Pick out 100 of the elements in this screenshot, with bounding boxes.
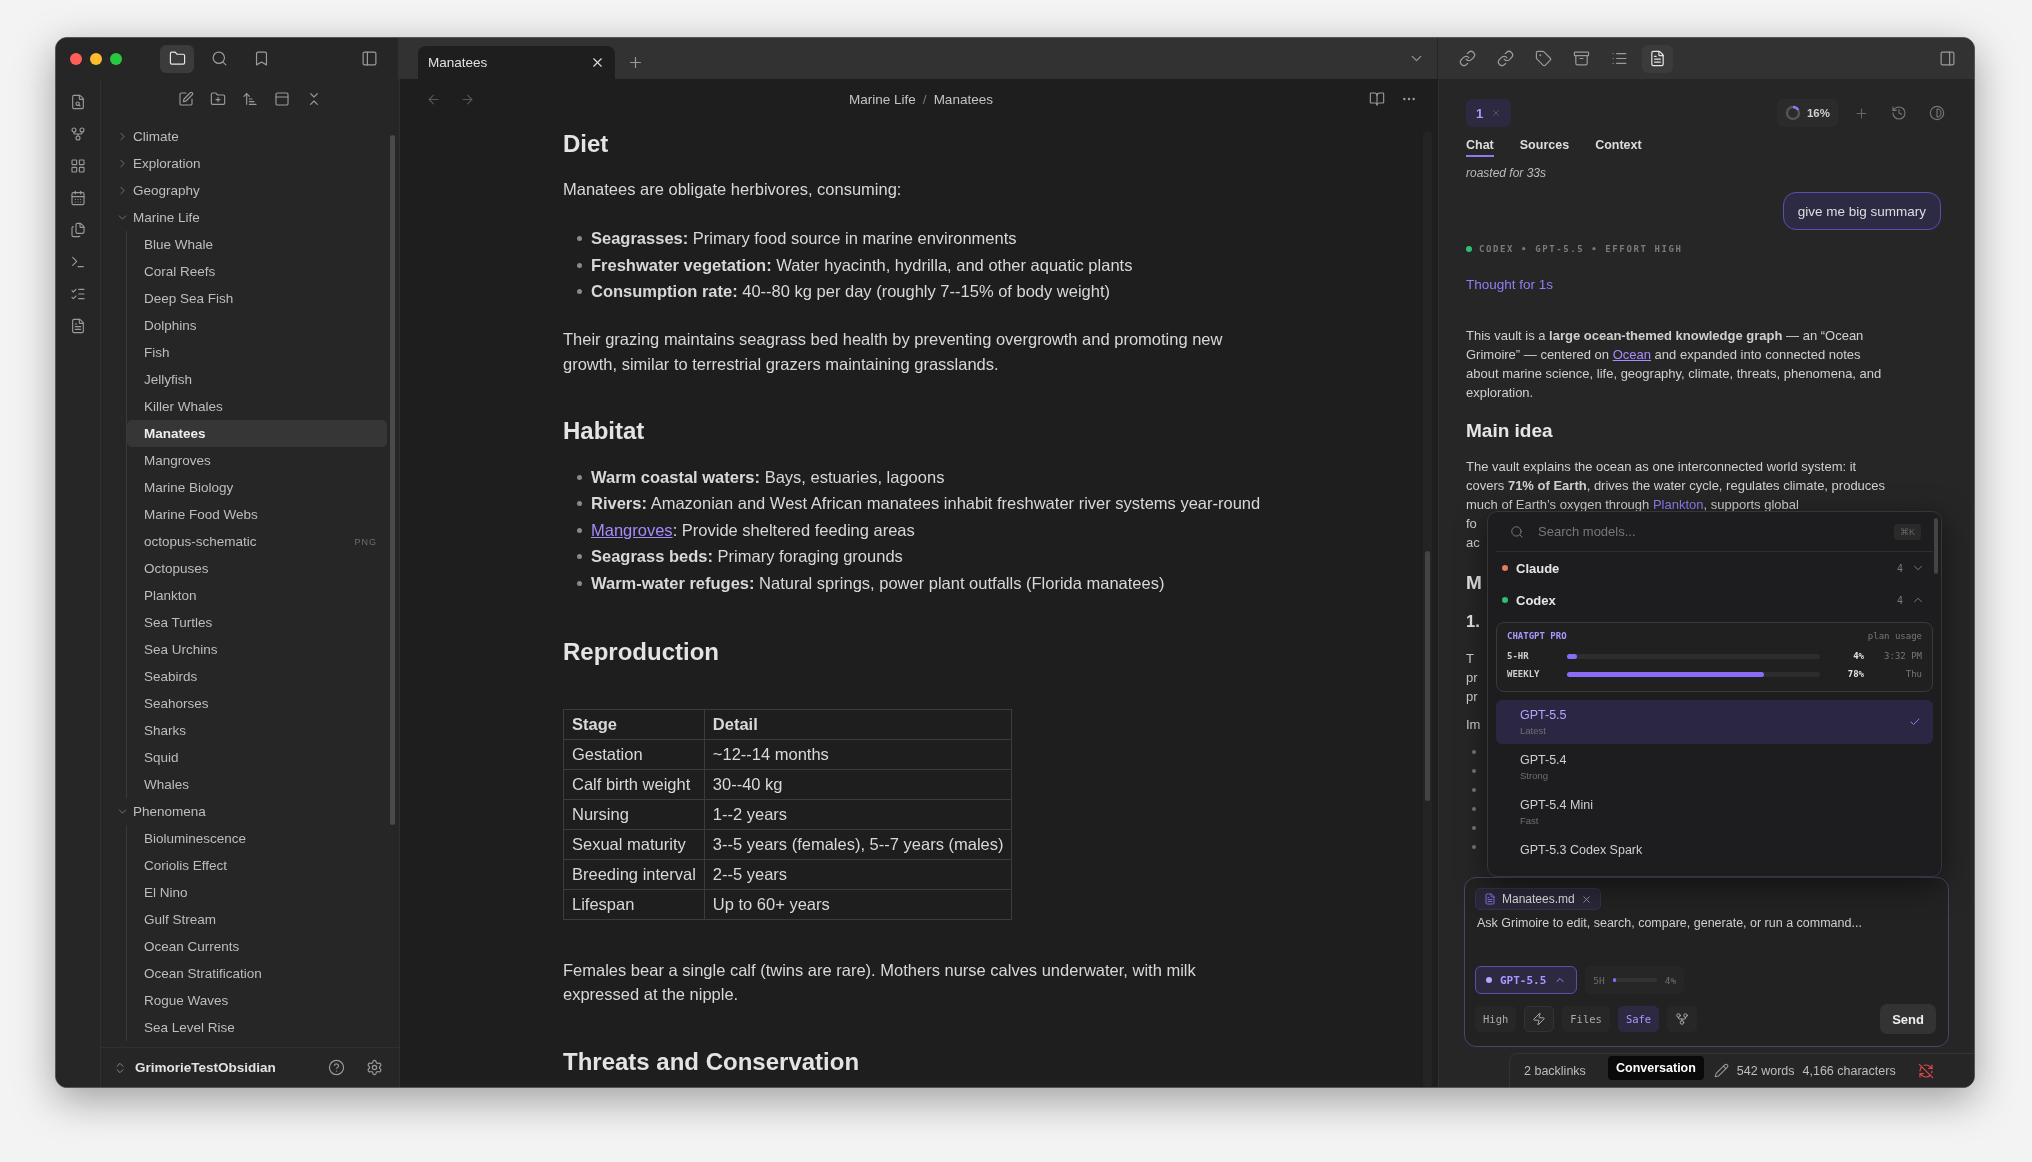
message-heading: M xyxy=(1466,572,1482,594)
file-item[interactable]: Coral Reefs xyxy=(127,258,387,285)
panel-tab[interactable]: Chat xyxy=(1466,135,1494,157)
folder-item[interactable]: Phenomena xyxy=(114,798,387,825)
meter-percent: 78% xyxy=(1846,669,1864,679)
file-item[interactable]: Coriolis Effect xyxy=(127,852,387,879)
meter-percent: 4% xyxy=(1664,974,1677,986)
file-item[interactable]: Jellyfish xyxy=(127,366,387,393)
meter-label: 5-HR xyxy=(1507,651,1530,661)
send-button[interactable]: Send xyxy=(1880,1004,1936,1034)
file-item[interactable]: Ocean Stratification xyxy=(127,960,387,987)
file-item[interactable]: Sea Level Rise xyxy=(127,1014,387,1041)
reset-time: Thu xyxy=(1904,669,1922,679)
file-item[interactable]: Sea Turtles xyxy=(127,609,387,636)
list-text: Seagrass beds: Primary foraging grounds xyxy=(591,547,903,567)
file-item[interactable]: Seahorses xyxy=(127,690,387,717)
section-heading: Reproduction xyxy=(563,636,720,667)
file-item[interactable]: octopus-schematic PNG xyxy=(127,528,387,555)
plan-name: CHATGPT PRO xyxy=(1507,631,1567,641)
table-cell: Lifespan xyxy=(563,889,705,919)
panel-tab[interactable]: Sources xyxy=(1519,135,1570,157)
word-count: 542 words xyxy=(1736,1063,1795,1078)
file-item[interactable]: Whales xyxy=(127,771,387,798)
option-toggle[interactable]: Safe xyxy=(1617,1006,1660,1032)
panel-tab[interactable]: Context xyxy=(1595,135,1642,157)
option-toggle[interactable]: High xyxy=(1475,1006,1517,1032)
file-item[interactable]: Seabirds xyxy=(127,663,387,690)
message-text: roasted for 33s xyxy=(1466,165,1547,181)
message-field[interactable]: Ask Grimoire to edit, search, compare, generate, or run a command... xyxy=(1475,916,1936,960)
note-link[interactable]: Mangroves xyxy=(591,520,673,539)
model-note: Fast xyxy=(1520,814,1540,828)
session-tab[interactable]: 1 xyxy=(1466,99,1512,127)
file-item[interactable]: Fish xyxy=(127,339,387,366)
provider-group[interactable]: Claude 4 xyxy=(1488,552,1941,584)
section-heading: Threats and Conservation xyxy=(563,1046,861,1077)
message-paragraph: This vault is a large ocean-themed knowledge graph — an “Ocean Grimoire” — centered on Ocean and expanded into connected notes about marine science, life, geography, climate, threats, phenomena, and exploration. xyxy=(1466,327,1883,402)
file-item[interactable]: Rogue Waves xyxy=(127,987,387,1014)
model-option[interactable]: GPT-5.5 Latest xyxy=(1496,700,1933,744)
folder-item[interactable]: Exploration xyxy=(114,150,387,177)
file-item[interactable]: Manatees xyxy=(127,420,387,447)
model-label: CODEX • GPT-5.5 • EFFORT HIGH xyxy=(1479,244,1683,254)
model-count: 4 xyxy=(1896,562,1903,574)
table-cell: Breeding interval xyxy=(563,859,705,889)
section-heading: Habitat xyxy=(563,416,646,446)
meter-label: 5H xyxy=(1593,974,1605,986)
reset-time: 3:32 PM xyxy=(1883,651,1922,661)
option-toggle[interactable]: Files xyxy=(1562,1006,1610,1032)
user-message: give me big summary xyxy=(1782,192,1941,230)
file-item[interactable]: Deep Sea Fish xyxy=(127,285,387,312)
note-link[interactable]: Plankton xyxy=(1652,497,1704,512)
folder-item[interactable]: Geography xyxy=(114,177,387,204)
tab-title: Manatees xyxy=(428,55,488,70)
thought-toggle[interactable]: Thought for 1s xyxy=(1466,277,1941,293)
file-item[interactable]: Mangroves xyxy=(127,447,387,474)
file-item[interactable]: Plankton xyxy=(127,582,387,609)
message-text: T xyxy=(1466,650,1474,668)
table-cell: Gestation xyxy=(563,739,705,769)
note-link[interactable]: Ocean xyxy=(1612,347,1651,362)
file-item[interactable]: Sea Urchins xyxy=(127,636,387,663)
character-count: 4,166 characters xyxy=(1802,1063,1896,1078)
usage-reading: 16% xyxy=(1806,107,1830,119)
table-header-cell: Stage xyxy=(563,709,705,739)
list-text: Freshwater vegetation: Water hyacinth, hydrilla, and other aquatic plants xyxy=(591,255,1133,275)
tooltip: Conversation xyxy=(1608,1056,1704,1080)
file-item[interactable]: Marine Biology xyxy=(127,474,387,501)
breadcrumb-separator: / xyxy=(922,91,927,107)
breadcrumb-item[interactable]: Marine Life xyxy=(849,91,916,107)
file-item[interactable]: Blue Whale xyxy=(127,231,387,258)
file-item[interactable]: Sharks xyxy=(127,717,387,744)
model-search-field[interactable]: Search models... xyxy=(1536,523,1882,540)
file-item[interactable]: Marine Food Webs xyxy=(127,501,387,528)
table-cell: 30--40 kg xyxy=(704,769,1012,799)
model-selector[interactable]: GPT-5.5 xyxy=(1475,966,1578,994)
meter-label: WEEKLY xyxy=(1507,669,1541,679)
file-item[interactable]: Bioluminescence xyxy=(127,825,387,852)
file-item[interactable]: Gulf Stream xyxy=(127,906,387,933)
attachment-chip[interactable]: Manatees.md xyxy=(1475,888,1601,910)
model-name: GPT-5.3 Codex Spark xyxy=(1520,842,1643,859)
model-option[interactable]: GPT-5.4 Mini Fast xyxy=(1496,790,1933,834)
message-text: pr xyxy=(1466,669,1478,687)
paragraph: Manatees are obligate herbivores, consuming: xyxy=(563,179,903,200)
folder-item[interactable]: Marine Life xyxy=(114,204,387,231)
model-name: GPT-5.5 xyxy=(1520,707,1567,724)
editor-tab[interactable]: Manatees xyxy=(418,46,615,79)
message-text: fo xyxy=(1466,515,1477,533)
vault-name[interactable]: GrimorieTestObsidian xyxy=(135,1060,276,1075)
folder-item[interactable]: Climate xyxy=(114,123,387,150)
attachment-name: Manatees.md xyxy=(1502,892,1575,906)
model-option[interactable]: GPT-5.4 Strong xyxy=(1496,745,1933,789)
file-item[interactable]: Killer Whales xyxy=(127,393,387,420)
session-number: 1 xyxy=(1476,105,1484,121)
file-item[interactable]: El Nino xyxy=(127,879,387,906)
file-item[interactable]: Squid xyxy=(127,744,387,771)
model-option[interactable]: GPT-5.3 Codex Spark xyxy=(1496,835,1933,876)
file-item[interactable]: Octopuses xyxy=(127,555,387,582)
backlinks-count[interactable]: 2 backlinks xyxy=(1524,1063,1586,1078)
file-item[interactable]: Ocean Currents xyxy=(127,933,387,960)
breadcrumb-item[interactable]: Manatees xyxy=(933,91,993,107)
file-item[interactable]: Dolphins xyxy=(127,312,387,339)
provider-group[interactable]: Codex 4 xyxy=(1488,584,1941,616)
